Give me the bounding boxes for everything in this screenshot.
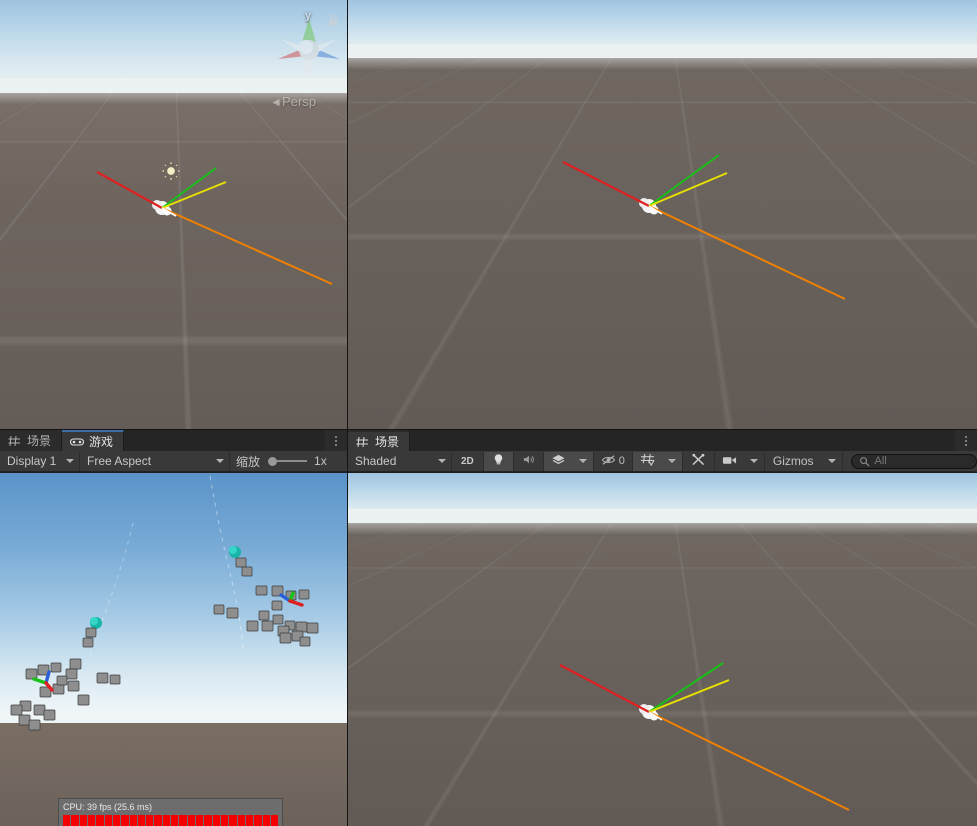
grid-dropdown-button[interactable]: [662, 452, 683, 471]
gizmos-button[interactable]: Gizmos: [765, 452, 822, 471]
zoom-value: 1x: [314, 454, 327, 468]
persp-arrow-tl: ◄: [270, 95, 282, 109]
light-direction-rays: [348, 0, 977, 430]
gizmo-axis-y-label: y: [305, 10, 311, 22]
chevron-down-icon: [438, 459, 446, 463]
tabbar-filler: [410, 430, 955, 451]
panel-divider-vertical-top[interactable]: [347, 0, 348, 430]
zoom-slider-track[interactable]: [277, 460, 307, 462]
scene-panel-tabbar: 场景: [348, 430, 977, 451]
scene-search-input[interactable]: All: [851, 454, 977, 469]
tab-scene-br[interactable]: 场景: [348, 430, 410, 451]
toggle-2d-button[interactable]: 2D: [452, 452, 484, 471]
gizmos-dropdown-button[interactable]: [822, 452, 843, 471]
toggle-effects-button[interactable]: [544, 452, 573, 471]
game-view-toolbar: Display 1 Free Aspect 缩放 1x: [0, 451, 347, 472]
game-panel: 场景 游戏 Display 1 Free Aspect 缩放 1x CPU: 3…: [0, 430, 347, 826]
tab-scene-label: 场景: [27, 432, 51, 449]
tools-icon: [691, 453, 706, 469]
stats-cpu-label: CPU: 39 fps (25.6 ms): [63, 802, 278, 813]
game-panel-tabbar: 场景 游戏: [0, 430, 347, 451]
panel-divider-horizontal[interactable]: [0, 429, 977, 430]
stats-frame-bars: [63, 815, 278, 826]
grid-visibility-button[interactable]: [633, 452, 662, 471]
display-dropdown-label: Display 1: [7, 454, 56, 468]
toggle-audio-button[interactable]: [514, 452, 544, 471]
grid-visibility-icon: [640, 453, 655, 469]
tab-scene[interactable]: 场景: [0, 430, 62, 451]
grid-icon: [8, 435, 22, 447]
game-render-area[interactable]: CPU: 39 fps (25.6 ms) Used: 138.4MB Peak…: [0, 473, 347, 826]
scene-tools-button[interactable]: [683, 452, 715, 471]
camera-icon: [722, 454, 737, 469]
aspect-dropdown-label: Free Aspect: [87, 454, 151, 468]
aspect-dropdown[interactable]: Free Aspect: [80, 452, 230, 471]
display-dropdown[interactable]: Display 1: [0, 452, 80, 471]
shading-mode-dropdown[interactable]: Shaded: [348, 452, 452, 471]
game-objects: [0, 473, 347, 826]
lighting-icon: [492, 453, 505, 469]
gamepad-icon: [70, 436, 84, 448]
scene-camera-dropdown-button[interactable]: [744, 452, 765, 471]
zoom-slider[interactable]: 缩放 1x: [230, 452, 333, 471]
tab-game[interactable]: 游戏: [62, 430, 124, 451]
tab-game-label: 游戏: [89, 433, 113, 450]
light-direction-rays-br: [348, 473, 977, 826]
scene-view-top-left[interactable]: y Persp ◄: [0, 0, 347, 430]
grid-icon: [356, 436, 370, 448]
chevron-down-icon: [579, 459, 587, 463]
lock-icon[interactable]: [328, 14, 339, 27]
scene-panel-more-options-icon[interactable]: [955, 430, 977, 451]
scene-render-area-br[interactable]: y x z Persp ◄: [348, 473, 977, 826]
chevron-down-icon: [668, 459, 676, 463]
search-icon: [859, 456, 870, 467]
effects-dropdown-button[interactable]: [573, 452, 594, 471]
gizmos-label: Gizmos: [773, 454, 814, 468]
toggle-2d-label: 2D: [461, 456, 474, 467]
scene-view-top-right[interactable]: y x z Persp ◄: [348, 0, 977, 430]
chevron-down-icon: [828, 459, 836, 463]
hidden-objects-count: 0: [619, 455, 625, 467]
scene-search-placeholder: All: [875, 455, 887, 467]
audio-icon: [522, 453, 535, 469]
shading-mode-label: Shaded: [355, 454, 396, 468]
tab-scene-br-label: 场景: [375, 433, 399, 450]
scene-camera-button[interactable]: [715, 452, 744, 471]
panel-divider-vertical-bottom[interactable]: [347, 430, 348, 826]
chevron-down-icon: [66, 459, 74, 463]
scene-panel: 场景 Shaded 2D 0 Gizmos All: [348, 430, 977, 826]
tabbar-filler: [124, 430, 325, 451]
hidden-objects-button[interactable]: 0: [594, 452, 633, 471]
zoom-label: 缩放: [236, 453, 260, 470]
projection-mode-label-tl[interactable]: Persp: [282, 94, 316, 109]
toggle-lighting-button[interactable]: [484, 452, 514, 471]
eye-off-icon: [601, 454, 616, 469]
chevron-down-icon: [216, 459, 224, 463]
game-panel-more-options-icon[interactable]: [325, 430, 347, 451]
game-stats-overlay: CPU: 39 fps (25.6 ms) Used: 138.4MB Peak…: [58, 798, 283, 826]
scene-view-toolbar: Shaded 2D 0 Gizmos All: [348, 451, 977, 472]
effects-icon: [551, 453, 566, 469]
chevron-down-icon: [750, 459, 758, 463]
zoom-slider-knob[interactable]: [268, 457, 277, 466]
